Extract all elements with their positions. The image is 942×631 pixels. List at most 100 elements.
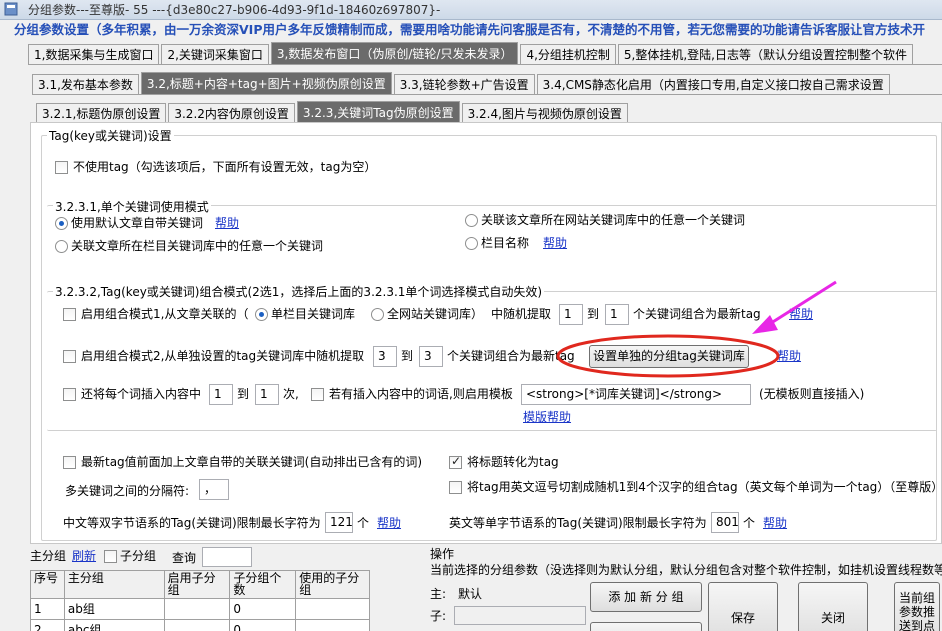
main-field-label: 主: (430, 587, 447, 601)
cn-limit-input[interactable]: 121 (325, 512, 353, 533)
tabline-2 (32, 94, 942, 95)
query-input[interactable] (202, 547, 252, 567)
template-checkbox[interactable] (311, 388, 324, 401)
tab-pseudo-original[interactable]: 3.2,标题+内容+tag+图片+视频伪原创设置 (140, 72, 392, 94)
tabs-level1: 1,数据采集与生成窗口 2,关键词采集窗口 3,数据发布窗口（伪原创/链轮/只发… (28, 42, 915, 64)
table-row[interactable]: 2 abc组 0 (30, 619, 370, 631)
separator-input[interactable]: ， (199, 479, 229, 500)
tab-keyword-tag-pseudo[interactable]: 3.2.3,关键词Tag伪原创设置 (296, 101, 460, 123)
combo-mode1-checkbox[interactable] (63, 308, 76, 321)
radio-site-lib[interactable] (371, 308, 384, 321)
tab-title-pseudo[interactable]: 3.2.1,标题伪原创设置 (36, 103, 167, 123)
col-header-enable-sub[interactable]: 启用子分组 (163, 570, 231, 599)
tag-group-title: Tag(key或关键词)设置 (47, 127, 174, 144)
cell-sub-count: 0 (229, 619, 297, 631)
tab-data-collect[interactable]: 1,数据采集与生成窗口 (28, 44, 160, 64)
radio-single-column-lib[interactable] (255, 308, 268, 321)
latest-tag-label: 最新tag值前面加上文章自带的关联关键词(自动排出已含有的词) (81, 455, 423, 469)
cn-limit-unit: 个 (357, 516, 370, 530)
help-link-cn-limit[interactable]: 帮助 (377, 515, 401, 531)
combo-mode1-label: 启用组合模式1,从文章关联的（ (81, 307, 249, 321)
extra-button[interactable] (590, 622, 702, 631)
mode2-suffix: 个关键词组合为最新tag (447, 349, 575, 363)
help-link-en-limit[interactable]: 帮助 (763, 515, 787, 531)
mode2-to-input[interactable]: 3 (419, 346, 443, 367)
mode1-random-label: 中随机提取 (491, 307, 552, 321)
app-icon (4, 2, 18, 16)
main-field-value: 默认 (458, 587, 483, 601)
template-label: 若有插入内容中的词语,则启用模板 (329, 387, 513, 401)
tab-content-pseudo[interactable]: 3.2.2内容伪原创设置 (168, 103, 295, 123)
close-button[interactable]: 关闭 (798, 582, 868, 631)
col-header-used-sub[interactable]: 使用的子分组 (295, 570, 370, 599)
insert-times-label: 次, (283, 387, 299, 401)
table-row[interactable]: 1 ab组 0 (30, 598, 370, 620)
set-group-tag-lib-button[interactable]: 设置单独的分组tag关键词库 (589, 345, 749, 368)
col-header-main[interactable]: 主分组 (63, 570, 165, 599)
cn-limit-label: 中文等双字节语系的Tag(关键词)限制最长字符为 (63, 516, 321, 530)
mode1-to-input[interactable]: 1 (605, 304, 629, 325)
col-header-sub-count[interactable]: 子分组个数 (229, 570, 297, 599)
main-group-label: 主分组 (30, 549, 67, 563)
tab-link-wheel[interactable]: 3.3,链轮参数+广告设置 (393, 74, 535, 94)
sub-field-input[interactable] (454, 606, 586, 625)
help-link-default[interactable]: 帮助 (215, 215, 239, 231)
tab-data-publish[interactable]: 3,数据发布窗口（伪原创/链轮/只发未发录） (270, 42, 519, 64)
cell-enable-sub (163, 598, 231, 620)
label-default-keyword: 使用默认文章自带关键词 (71, 216, 204, 230)
insert-content-checkbox[interactable] (63, 388, 76, 401)
label-site-lib: 全网站关键词库） (387, 307, 484, 321)
radio-column-name[interactable] (465, 237, 478, 250)
title-to-tag-checkbox[interactable] (449, 454, 462, 469)
en-limit-label: 英文等单字节语系的Tag(关键词)限制最长字符为 (449, 516, 707, 530)
combo-mode2-checkbox[interactable] (63, 350, 76, 363)
cell-used-sub (295, 598, 370, 620)
en-limit-input[interactable]: 801 (711, 512, 739, 533)
insert-to-label: 到 (237, 387, 250, 401)
cell-sub-count: 0 (229, 598, 297, 620)
latest-tag-checkbox[interactable] (63, 456, 76, 469)
tab-keyword-collect[interactable]: 2,关键词采集窗口 (161, 44, 269, 64)
radio-column-keyword[interactable] (55, 240, 68, 253)
combo-mode2-label: 启用组合模式2,从单独设置的tag关键词库中随机提取 (81, 349, 365, 363)
help-link-column[interactable]: 帮助 (543, 235, 567, 251)
no-tag-checkbox[interactable] (55, 161, 68, 174)
save-button[interactable]: 保存 (708, 582, 778, 631)
single-mode-title: 3.2.3.1,单个关键词使用模式 (53, 198, 211, 215)
split-tag-checkbox[interactable] (449, 481, 462, 494)
add-group-button[interactable]: 添 加 新 分 组 (590, 582, 702, 612)
template-input[interactable]: <strong>[*词库关键词]</strong> (521, 384, 751, 405)
cell-index: 2 (30, 619, 65, 631)
sub-field-label: 子: (430, 609, 447, 623)
radio-default-keyword[interactable] (55, 217, 68, 230)
mode1-to-label: 到 (587, 307, 600, 321)
help-link-mode1[interactable]: 帮助 (789, 306, 813, 322)
label-site-keyword: 关联该文章所在网站关键词库中的任意一个关键词 (481, 213, 746, 227)
separator-label: 多关键词之间的分隔符: (65, 484, 190, 498)
insert-to-input[interactable]: 1 (255, 384, 279, 405)
no-tag-label: 不使用tag（勾选该项后，下面所有设置无效，tag为空） (73, 160, 377, 174)
radio-site-keyword[interactable] (465, 214, 478, 227)
tag-settings-panel: Tag(key或关键词)设置 不使用tag（勾选该项后，下面所有设置无效，tag… (30, 122, 942, 544)
tab-group-control[interactable]: 4,分组挂机控制 (520, 44, 616, 64)
insert-from-input[interactable]: 1 (209, 384, 233, 405)
tab-global-settings[interactable]: 5,整体挂机,登陆,日志等（默认分组设置控制整个软件 (617, 44, 913, 64)
col-header-index[interactable]: 序号 (30, 570, 65, 599)
query-label: 查询 (172, 551, 197, 565)
template-help-link[interactable]: 模版帮助 (523, 409, 571, 425)
tab-publish-basic[interactable]: 3.1,发布基本参数 (32, 74, 139, 94)
window-title: 分组参数---至尊版- 55 ---{d3e80c27-b906-4d93-9f… (28, 3, 441, 17)
cell-main: ab组 (63, 598, 165, 620)
push-params-button[interactable]: 当前组参数推送到点击保 (894, 582, 940, 631)
mode2-from-input[interactable]: 3 (373, 346, 397, 367)
split-tag-label: 将tag用英文逗号切割成随机1到4个汉字的组合tag（英文每个单词为一个tag）… (467, 480, 942, 494)
refresh-link[interactable]: 刷新 (72, 548, 96, 564)
tabs-level2: 3.1,发布基本参数 3.2,标题+内容+tag+图片+视频伪原创设置 3.3,… (32, 72, 892, 94)
label-column-keyword: 关联文章所在栏目关键词库中的任意一个关键词 (71, 239, 324, 253)
mode1-from-input[interactable]: 1 (559, 304, 583, 325)
help-link-mode2[interactable]: 帮助 (777, 348, 801, 364)
tab-image-video-pseudo[interactable]: 3.2.4,图片与视频伪原创设置 (461, 103, 628, 123)
template-note: (无模板则直接插入) (759, 387, 865, 401)
tab-cms-static[interactable]: 3.4,CMS静态化启用（内置接口专用,自定义接口按自己需求设置 (536, 74, 890, 94)
sub-group-checkbox[interactable] (104, 550, 117, 563)
